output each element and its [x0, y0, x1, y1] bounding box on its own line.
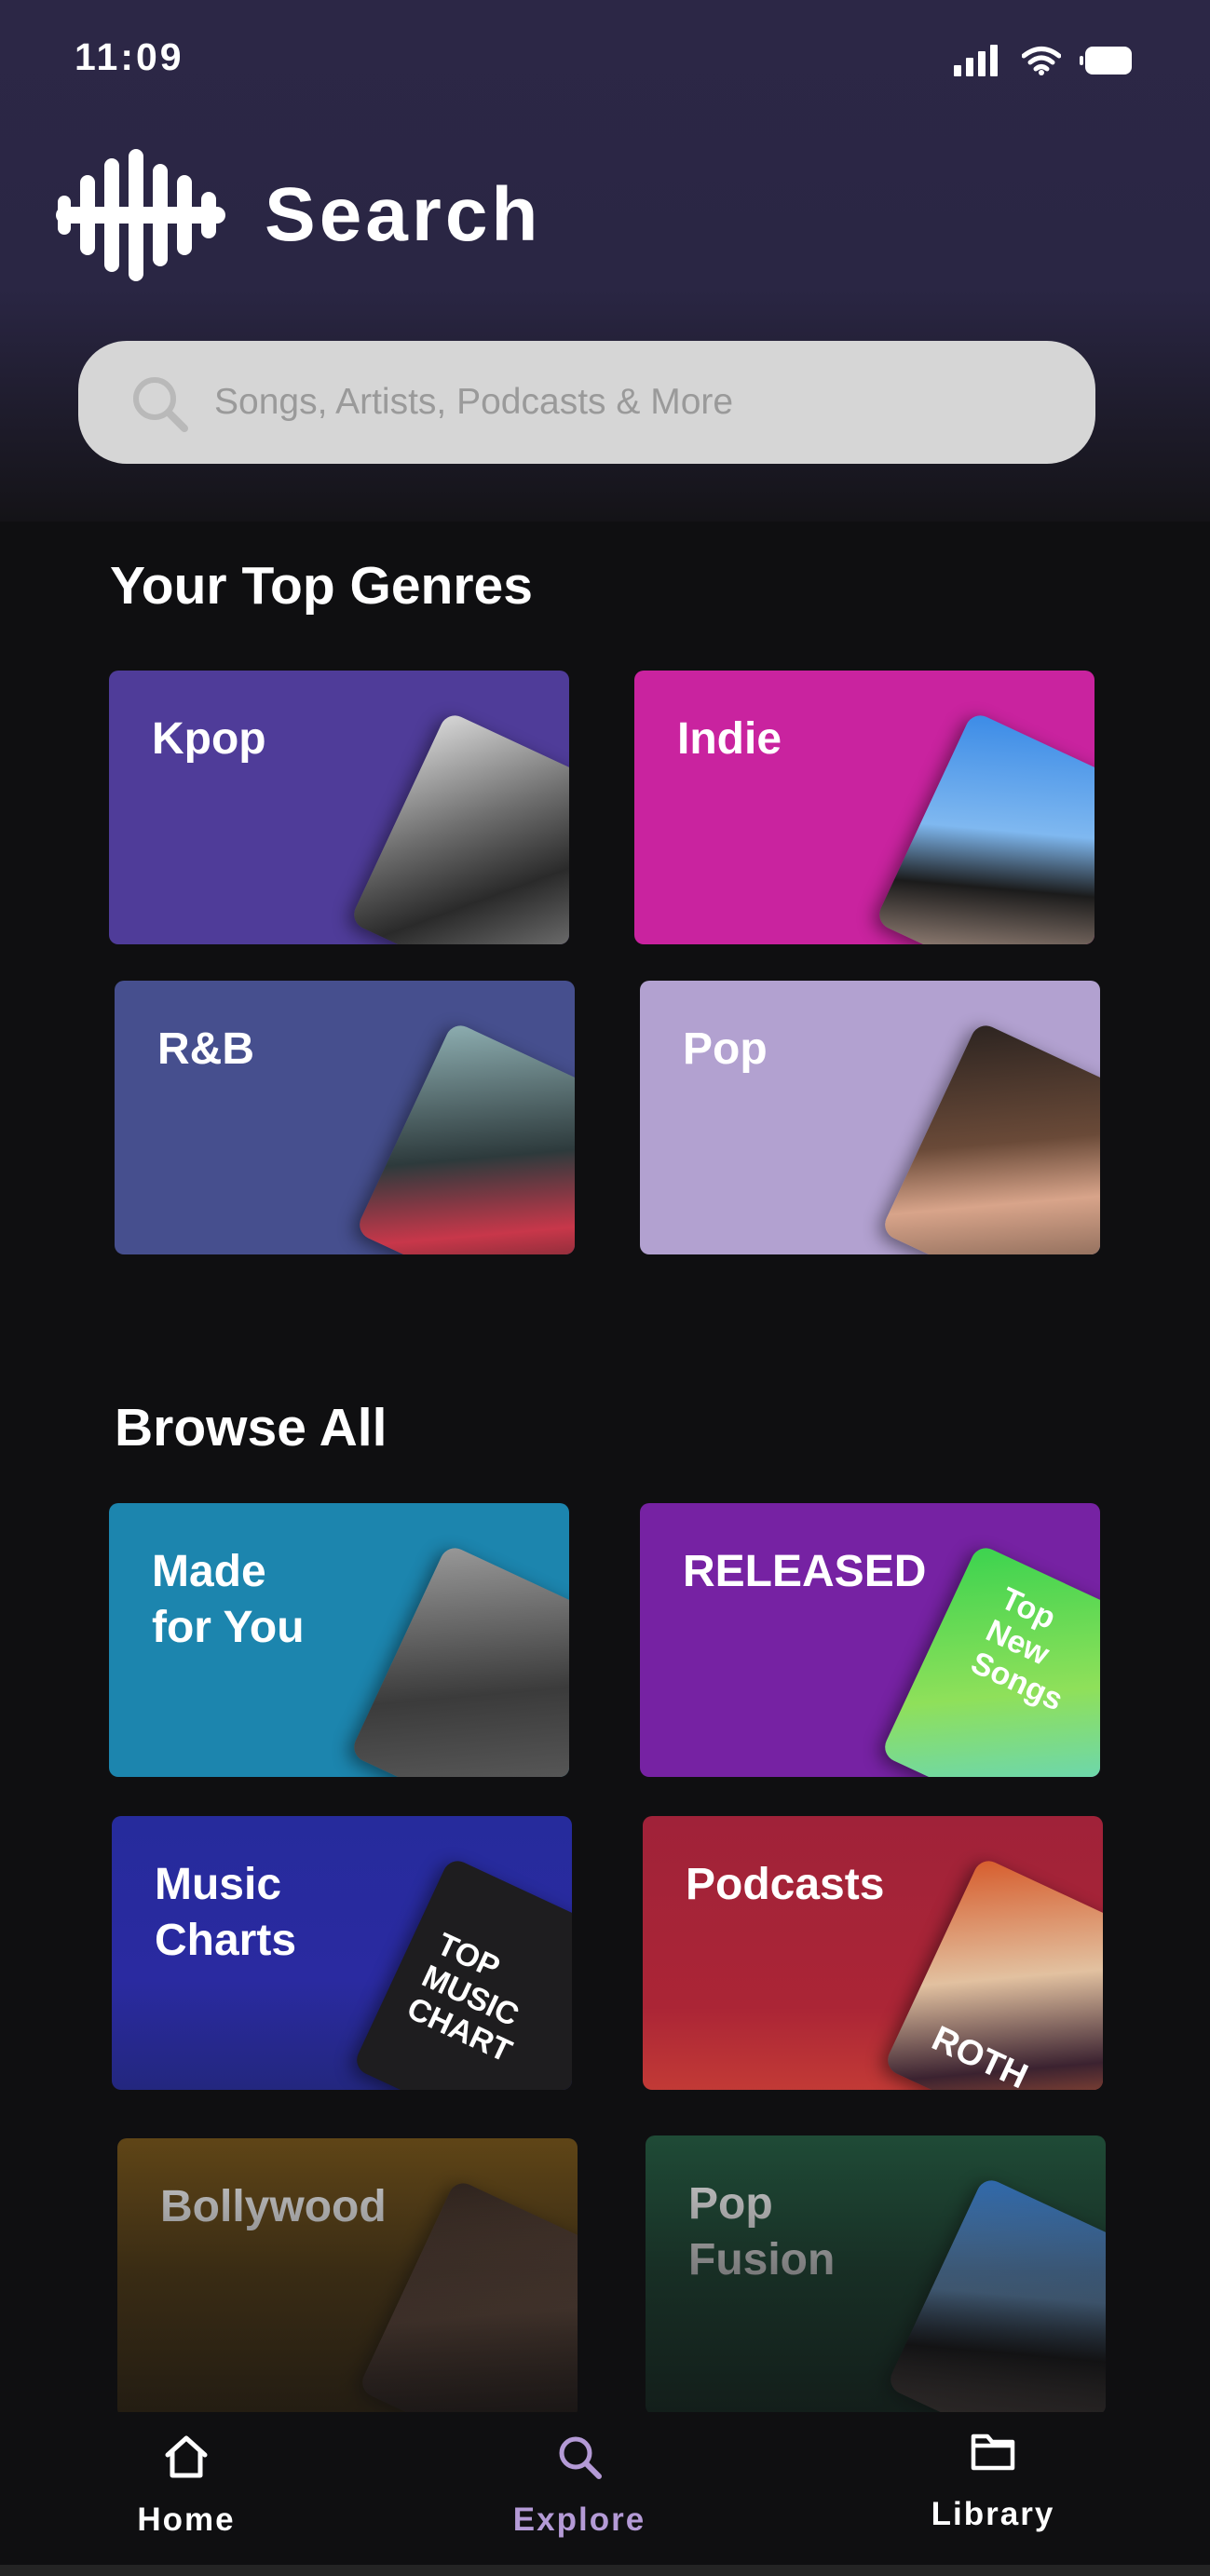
home-indicator: [0, 2565, 1210, 2576]
browse-card-pop-fusion[interactable]: Pop Fusion: [646, 2135, 1106, 2415]
genre-card-indie[interactable]: Indie: [634, 671, 1094, 944]
search-icon: [133, 377, 188, 432]
status-bar: 11:09: [0, 0, 1210, 121]
browse-card-art: ROTH: [882, 1856, 1103, 2090]
browse-card-label: Bollywood: [160, 2182, 387, 2231]
browse-card-podcasts[interactable]: Podcasts ROTH: [643, 1816, 1103, 2090]
genre-card-label: Kpop: [152, 714, 266, 764]
genre-card-art: [348, 711, 569, 944]
browse-card-made-for-you[interactable]: Made for You: [109, 1503, 569, 1777]
genre-card-rnb[interactable]: R&B: [115, 981, 575, 1254]
browse-card-art-text: Top New Songs: [965, 1580, 1068, 1718]
home-icon: [165, 2435, 208, 2478]
genre-card-label: R&B: [157, 1024, 254, 1074]
battery-icon: [1080, 47, 1132, 75]
browse-card-bollywood[interactable]: Bollywood: [117, 2138, 578, 2418]
page-header: Search: [56, 147, 542, 283]
page-title: Search: [265, 172, 542, 257]
browse-card-label: Made for You: [152, 1547, 305, 1652]
soundwave-logo-icon: [56, 149, 225, 281]
browse-card-label: Pop Fusion: [688, 2179, 836, 2285]
browse-card-art-text: TOP MUSIC CHART: [401, 1926, 524, 2069]
browse-card-art-text: ROTH: [926, 2018, 1034, 2090]
genre-card-pop[interactable]: Pop: [640, 981, 1100, 1254]
browse-card-label: Podcasts: [686, 1860, 885, 1909]
browse-card-label: RELEASED: [683, 1547, 927, 1596]
section-title-browse-all: Browse All: [115, 1398, 387, 1457]
genre-card-art: [874, 711, 1094, 944]
nav-item-library[interactable]: Library: [881, 2412, 1105, 2576]
browse-card-label: Music Charts: [155, 1860, 297, 1965]
genre-card-art: [879, 1021, 1100, 1254]
browse-card-music-charts[interactable]: Music Charts TOP MUSIC CHART: [112, 1816, 572, 2090]
nav-label-library: Library: [931, 2496, 1055, 2532]
bottom-nav: Home Explore Library: [0, 2412, 1210, 2576]
browse-card-released[interactable]: RELEASED Top New Songs: [640, 1503, 1100, 1777]
nav-item-explore[interactable]: Explore: [468, 2412, 691, 2576]
browse-card-art: TOP MUSIC CHART: [351, 1856, 572, 2090]
nav-label-explore: Explore: [512, 2501, 646, 2538]
status-time: 11:09: [75, 35, 184, 78]
status-icons: [954, 45, 1132, 76]
nav-label-home: Home: [137, 2501, 236, 2538]
cellular-signal-icon: [954, 45, 998, 76]
browse-card-art: [348, 1543, 569, 1777]
search-bar[interactable]: [78, 341, 1095, 464]
section-title-top-genres: Your Top Genres: [110, 556, 533, 616]
genre-card-label: Pop: [683, 1024, 768, 1074]
folder-icon: [971, 2434, 1015, 2471]
browse-card-art: [357, 2178, 578, 2418]
search-input[interactable]: [214, 341, 1053, 464]
genre-card-label: Indie: [677, 714, 782, 764]
genre-card-art: [354, 1021, 575, 1254]
wifi-icon: [1022, 47, 1061, 75]
genre-card-kpop[interactable]: Kpop: [109, 671, 569, 944]
search-icon: [559, 2436, 602, 2479]
nav-item-home[interactable]: Home: [75, 2412, 298, 2576]
browse-card-art: [885, 2176, 1106, 2415]
